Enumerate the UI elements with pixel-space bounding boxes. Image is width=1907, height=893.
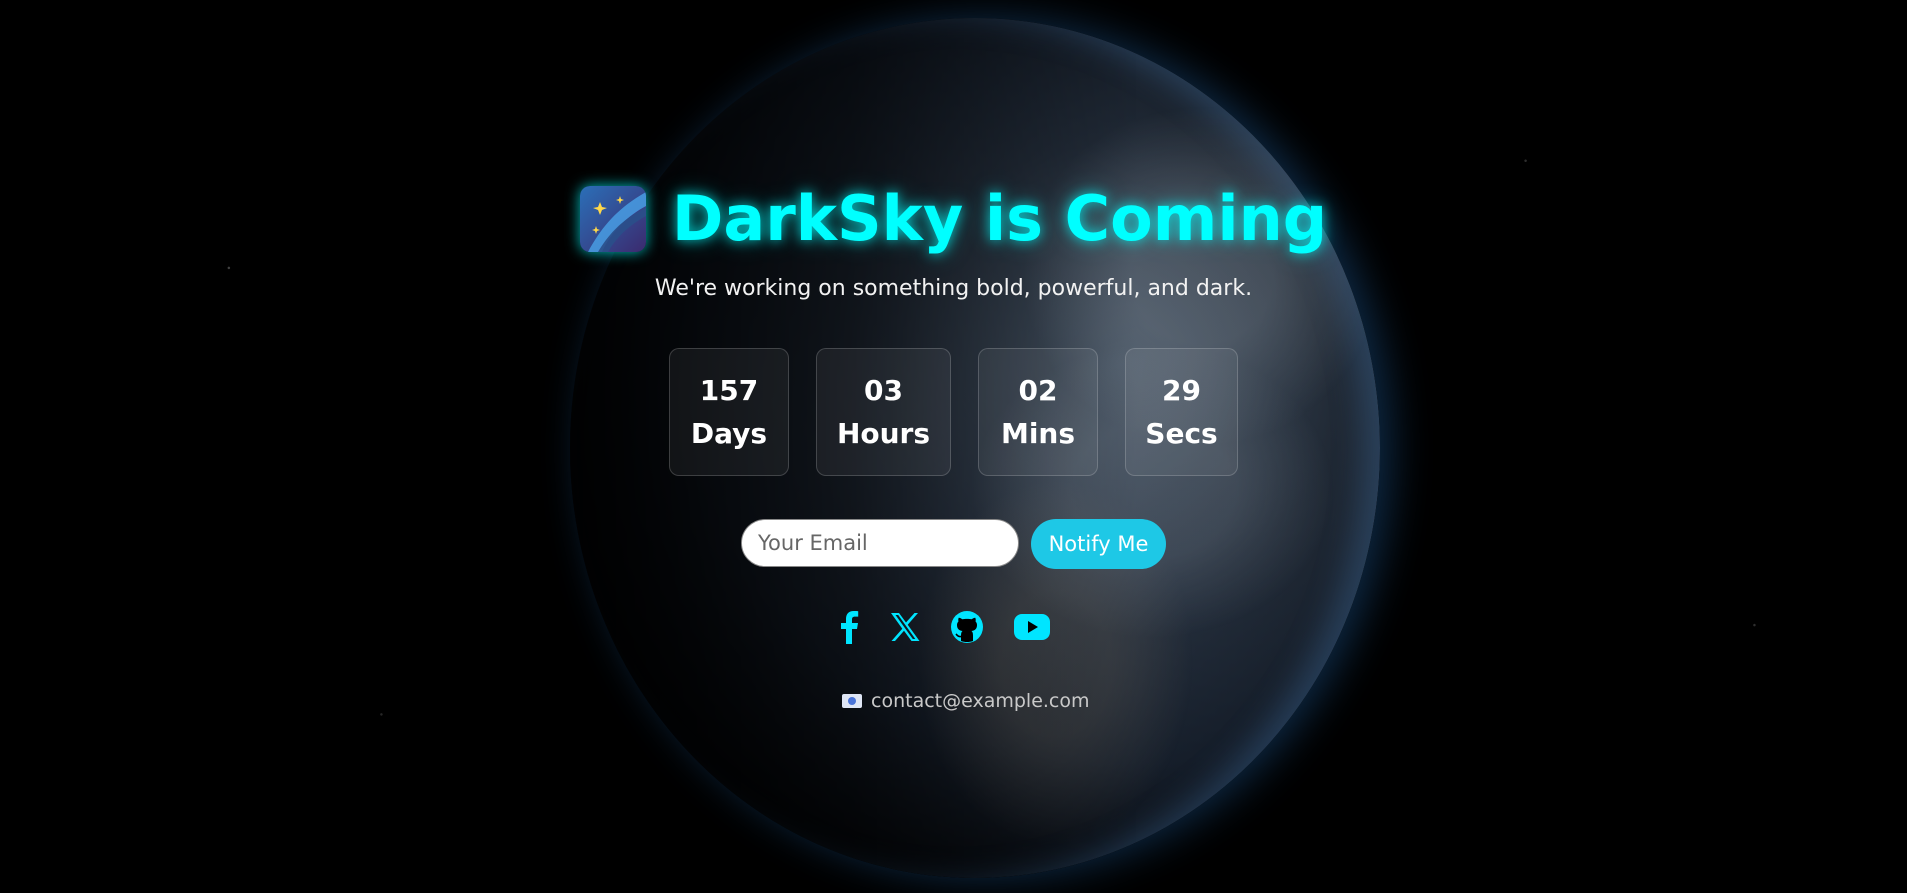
- countdown-timer: 157 Days 03 Hours 02 Mins 29 Secs: [669, 348, 1238, 476]
- envelope-icon: [842, 694, 862, 708]
- countdown-hours-value: 03: [864, 374, 903, 407]
- countdown-mins-value: 02: [1018, 374, 1058, 407]
- github-icon[interactable]: [950, 610, 984, 644]
- page-background: DarkSky is Coming We're working on somet…: [0, 0, 1907, 893]
- countdown-days-label: Days: [690, 417, 768, 450]
- countdown-secs-label: Secs: [1145, 417, 1218, 450]
- countdown-secs: 29 Secs: [1125, 348, 1238, 476]
- facebook-icon[interactable]: [838, 610, 860, 644]
- social-links: [838, 610, 1051, 644]
- notify-me-button[interactable]: Notify Me: [1031, 519, 1166, 569]
- hero-heading: DarkSky is Coming: [0, 182, 1907, 255]
- page-subtitle: We're working on something bold, powerfu…: [654, 276, 1253, 301]
- contact-email[interactable]: contact@example.com: [871, 690, 1090, 712]
- shooting-star-sky-icon: [579, 185, 646, 252]
- countdown-days: 157 Days: [669, 348, 789, 476]
- countdown-days-value: 157: [699, 374, 759, 407]
- countdown-hours: 03 Hours: [816, 348, 951, 476]
- contact-line: contact@example.com: [842, 690, 1090, 712]
- main-content: DarkSky is Coming We're working on somet…: [0, 0, 1907, 893]
- countdown-mins-label: Mins: [1000, 417, 1076, 450]
- youtube-icon[interactable]: [1013, 613, 1051, 641]
- email-input[interactable]: [741, 519, 1019, 567]
- countdown-hours-label: Hours: [836, 417, 931, 450]
- x-twitter-icon[interactable]: [889, 612, 921, 642]
- countdown-mins: 02 Mins: [978, 348, 1098, 476]
- page-title: DarkSky is Coming: [671, 182, 1328, 255]
- notify-form: Notify Me: [741, 519, 1166, 569]
- countdown-secs-value: 29: [1162, 374, 1201, 407]
